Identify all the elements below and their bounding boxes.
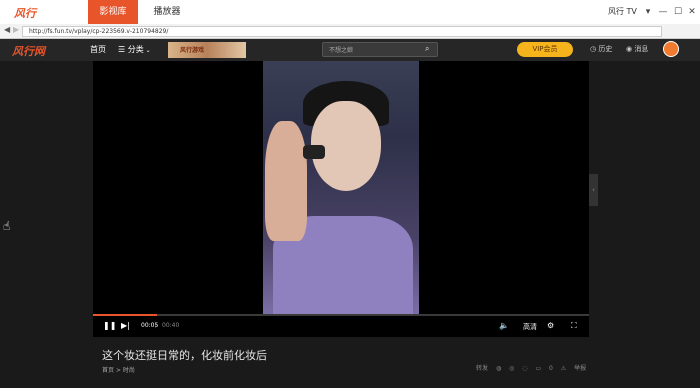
collapse-sidebar-handle[interactable]: ‹	[589, 174, 598, 206]
back-icon[interactable]: ◀	[4, 25, 10, 34]
video-player[interactable]: ❚❚ ▶| 00:05 / 00:40 🔈 高清 ⚙ ⛶	[93, 61, 589, 337]
site-nav: 风行网 首页 ☰ 分类 ⌄ 风行游戏 不想之娘 ⌕ VIP会员 ◷ 历史 ◉ 消…	[0, 39, 700, 61]
tab-library[interactable]: 影视库	[88, 0, 138, 24]
qq-icon[interactable]: ◌	[522, 365, 527, 372]
address-bar: ◀ ▶ http://fs.fun.tv/vplay/cp-223569.v-2…	[0, 24, 700, 39]
message-label: 消息	[634, 45, 649, 53]
weibo-icon[interactable]: ◍	[496, 365, 501, 372]
nav-category[interactable]: ☰ 分类 ⌄	[118, 44, 151, 55]
video-content-brush	[303, 145, 325, 159]
message-button[interactable]: ◉ 消息	[626, 44, 648, 54]
video-content-hand	[265, 121, 307, 241]
quality-button[interactable]: 高清	[523, 322, 537, 332]
wechat-icon[interactable]: ◎	[509, 365, 514, 372]
minimize-button[interactable]: —	[655, 0, 671, 24]
avatar[interactable]	[663, 41, 679, 57]
next-icon[interactable]: ▶|	[121, 321, 130, 330]
history-label: 历史	[598, 45, 613, 53]
comment-icon[interactable]: ▭	[535, 365, 541, 372]
promo-text: 风行游戏	[180, 47, 205, 54]
app-logo: 风行	[14, 7, 36, 20]
nav-category-label: 分类	[127, 45, 144, 54]
report-button[interactable]: ⚠ 举报	[561, 365, 592, 372]
video-frame	[263, 61, 419, 314]
search-icon[interactable]: ⌕	[425, 44, 429, 54]
comment-count: 0	[549, 365, 553, 372]
repost-button[interactable]: 转发	[476, 365, 488, 372]
close-button[interactable]: ✕	[684, 0, 700, 24]
brand-tv-link[interactable]: 风行 TV	[608, 0, 637, 24]
settings-icon[interactable]: ⚙	[547, 321, 554, 330]
site-logo[interactable]: 风行网	[12, 43, 45, 59]
video-meta: 转发 ◍ ◎ ◌ ▭ 0 ⚠ 举报	[476, 363, 598, 372]
warning-icon: ⚠	[560, 365, 569, 372]
app-titlebar: 风行 影视库 播放器 风行 TV ▾ — ☐ ✕	[0, 0, 700, 24]
total-time: 00:40	[162, 322, 180, 329]
nav-home[interactable]: 首页	[90, 44, 106, 55]
player-controls: ❚❚ ▶| 00:05 / 00:40 🔈 高清 ⚙ ⛶	[93, 316, 589, 337]
mouse-cursor-icon: ☝	[3, 219, 11, 233]
report-label: 举报	[574, 365, 587, 372]
search-input[interactable]: 不想之娘 ⌕	[322, 42, 438, 57]
chevron-down-icon: ⌄	[143, 47, 151, 54]
tab-player[interactable]: 播放器	[144, 0, 190, 24]
menu-dropdown-icon[interactable]: ▾	[640, 0, 656, 24]
forward-icon[interactable]: ▶	[13, 25, 19, 34]
search-placeholder: 不想之娘	[329, 47, 354, 54]
menu-icon: ☰	[118, 45, 128, 54]
fullscreen-icon[interactable]: ⛶	[571, 321, 577, 331]
url-field[interactable]: http://fs.fun.tv/vplay/cp-223569.v-21079…	[22, 26, 662, 37]
promo-banner[interactable]: 风行游戏	[168, 42, 246, 58]
breadcrumb[interactable]: 首页 > 时尚	[102, 365, 135, 374]
volume-icon[interactable]: 🔈	[499, 321, 509, 330]
pause-icon[interactable]: ❚❚	[103, 321, 116, 330]
video-title: 这个妆还挺日常的，化妆前化妆后	[102, 349, 267, 362]
time-separator: /	[155, 322, 158, 329]
vip-button[interactable]: VIP会员	[517, 42, 573, 57]
history-button[interactable]: ◷ 历史	[590, 44, 612, 54]
